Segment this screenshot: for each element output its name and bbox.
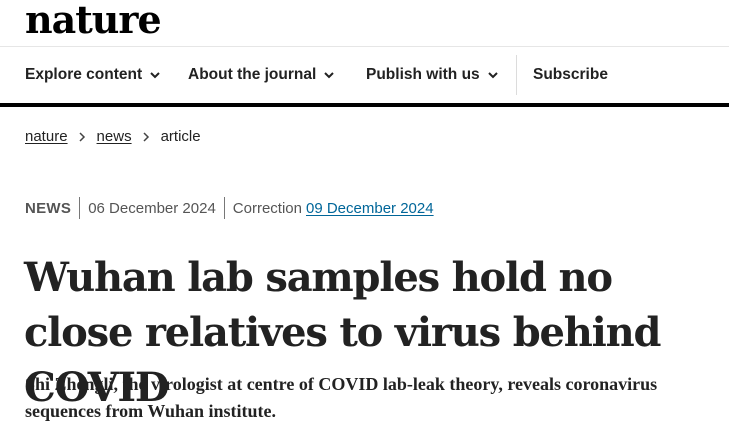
article-standfirst: Shi Zhengli, the virologist at centre of… bbox=[25, 374, 658, 421]
breadcrumb-current: article bbox=[160, 128, 201, 145]
nav-explore-content-label: Explore content bbox=[25, 66, 143, 83]
chevron-down-icon bbox=[150, 72, 160, 79]
breadcrumb-news[interactable]: news bbox=[97, 128, 132, 145]
subscribe-link[interactable]: Subscribe bbox=[533, 66, 608, 84]
nav-publish-with-us-label: Publish with us bbox=[366, 66, 480, 83]
nav-separator bbox=[516, 55, 517, 95]
chevron-down-icon bbox=[324, 72, 335, 79]
nav-explore-content[interactable]: Explore content bbox=[25, 66, 161, 84]
correction-label: Correction bbox=[232, 199, 302, 217]
subscribe-label: Subscribe bbox=[533, 66, 608, 83]
meta-divider bbox=[223, 197, 225, 219]
chevron-right-icon bbox=[79, 131, 85, 142]
article-type: NEWS bbox=[25, 199, 72, 217]
main-nav: Explore content About the journal Publis… bbox=[0, 47, 729, 103]
nav-publish-with-us[interactable]: Publish with us bbox=[366, 66, 499, 84]
chevron-right-icon bbox=[143, 131, 149, 142]
breadcrumb-nature[interactable]: nature bbox=[25, 128, 68, 145]
breadcrumb: nature news article bbox=[25, 128, 201, 145]
nav-about-journal[interactable]: About the journal bbox=[188, 66, 335, 84]
correction-date-link[interactable]: 09 December 2024 bbox=[306, 200, 434, 217]
nav-bottom-rule bbox=[0, 103, 729, 107]
nav-about-journal-label: About the journal bbox=[188, 66, 317, 83]
published-date: 06 December 2024 bbox=[88, 199, 216, 217]
meta-divider bbox=[79, 197, 81, 219]
chevron-down-icon bbox=[487, 72, 498, 79]
nature-logo[interactable]: nature bbox=[25, 0, 162, 40]
article-meta: NEWS 06 December 2024 Correction 09 Dece… bbox=[25, 197, 434, 219]
